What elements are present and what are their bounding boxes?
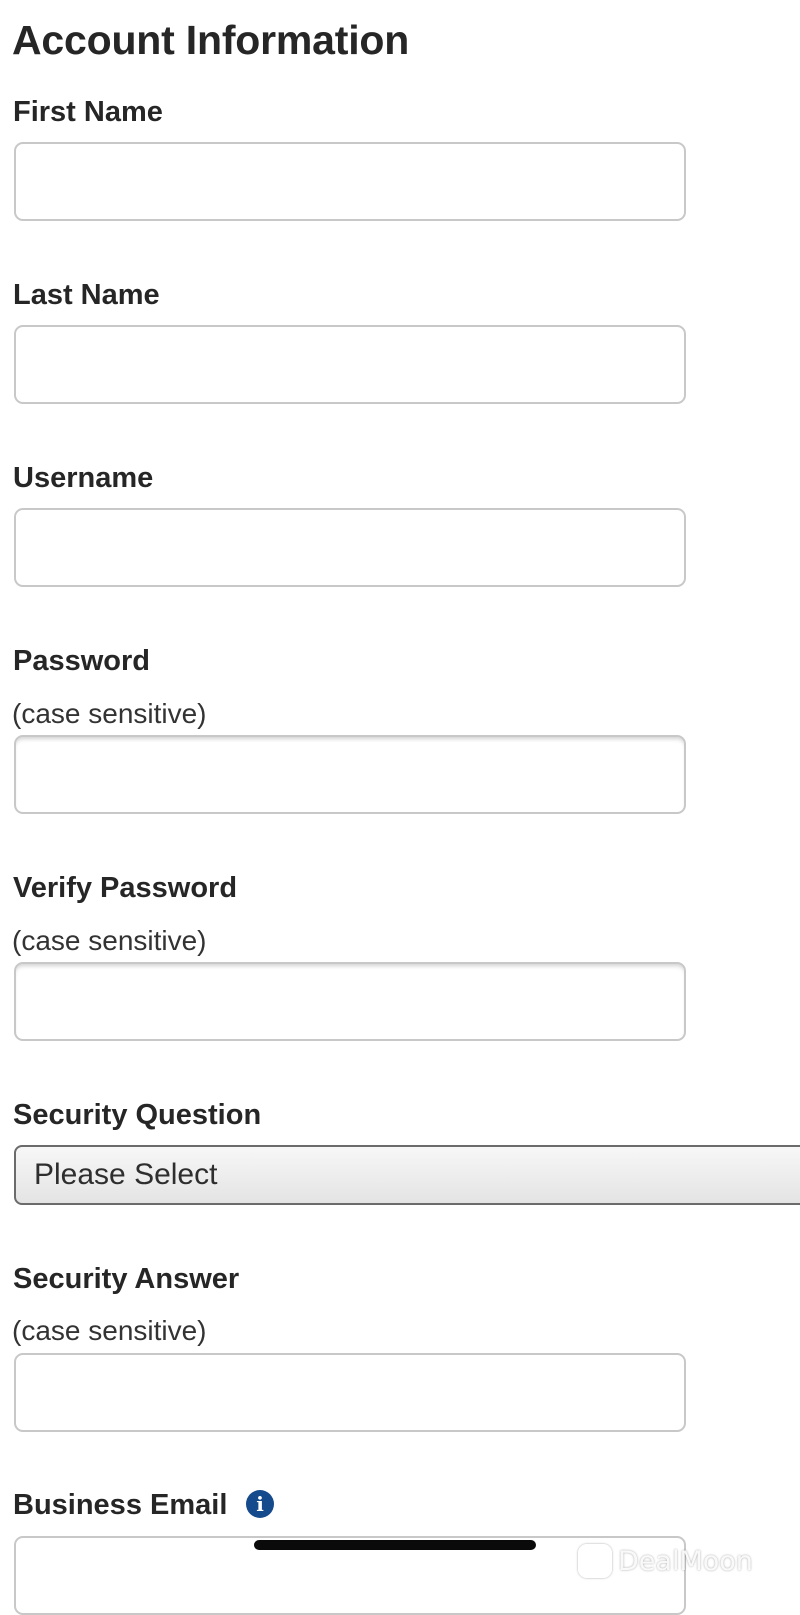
- last-name-field[interactable]: [14, 325, 686, 404]
- business-email-label: Business Email: [13, 1489, 228, 1521]
- first-name-field[interactable]: [14, 142, 686, 221]
- security-question-select[interactable]: Please Select: [14, 1145, 800, 1205]
- info-icon[interactable]: i: [246, 1490, 274, 1518]
- verify-password-hint: (case sensitive): [12, 925, 207, 956]
- security-answer-field[interactable]: [14, 1353, 686, 1432]
- last-name-label: Last Name: [13, 279, 160, 311]
- security-answer-hint: (case sensitive): [12, 1315, 207, 1346]
- security-answer-label: Security Answer: [13, 1263, 240, 1295]
- watermark-text: DealMoon: [618, 1545, 753, 1577]
- security-question-selected-value: Please Select: [34, 1158, 218, 1191]
- watermark: DealMoon: [578, 1544, 753, 1578]
- username-field[interactable]: [14, 508, 686, 587]
- username-label: Username: [13, 462, 154, 494]
- home-indicator: [254, 1540, 536, 1550]
- watermark-logo-icon: [578, 1544, 612, 1578]
- password-hint: (case sensitive): [12, 698, 207, 729]
- password-label: Password: [13, 645, 150, 677]
- verify-password-label: Verify Password: [13, 872, 238, 904]
- account-information-form: Account Information First Name Last Name…: [0, 0, 800, 1615]
- security-question-label: Security Question: [13, 1099, 262, 1131]
- password-field[interactable]: [14, 735, 686, 814]
- verify-password-field[interactable]: [14, 962, 686, 1041]
- page-title: Account Information: [12, 17, 410, 63]
- first-name-label: First Name: [13, 96, 163, 128]
